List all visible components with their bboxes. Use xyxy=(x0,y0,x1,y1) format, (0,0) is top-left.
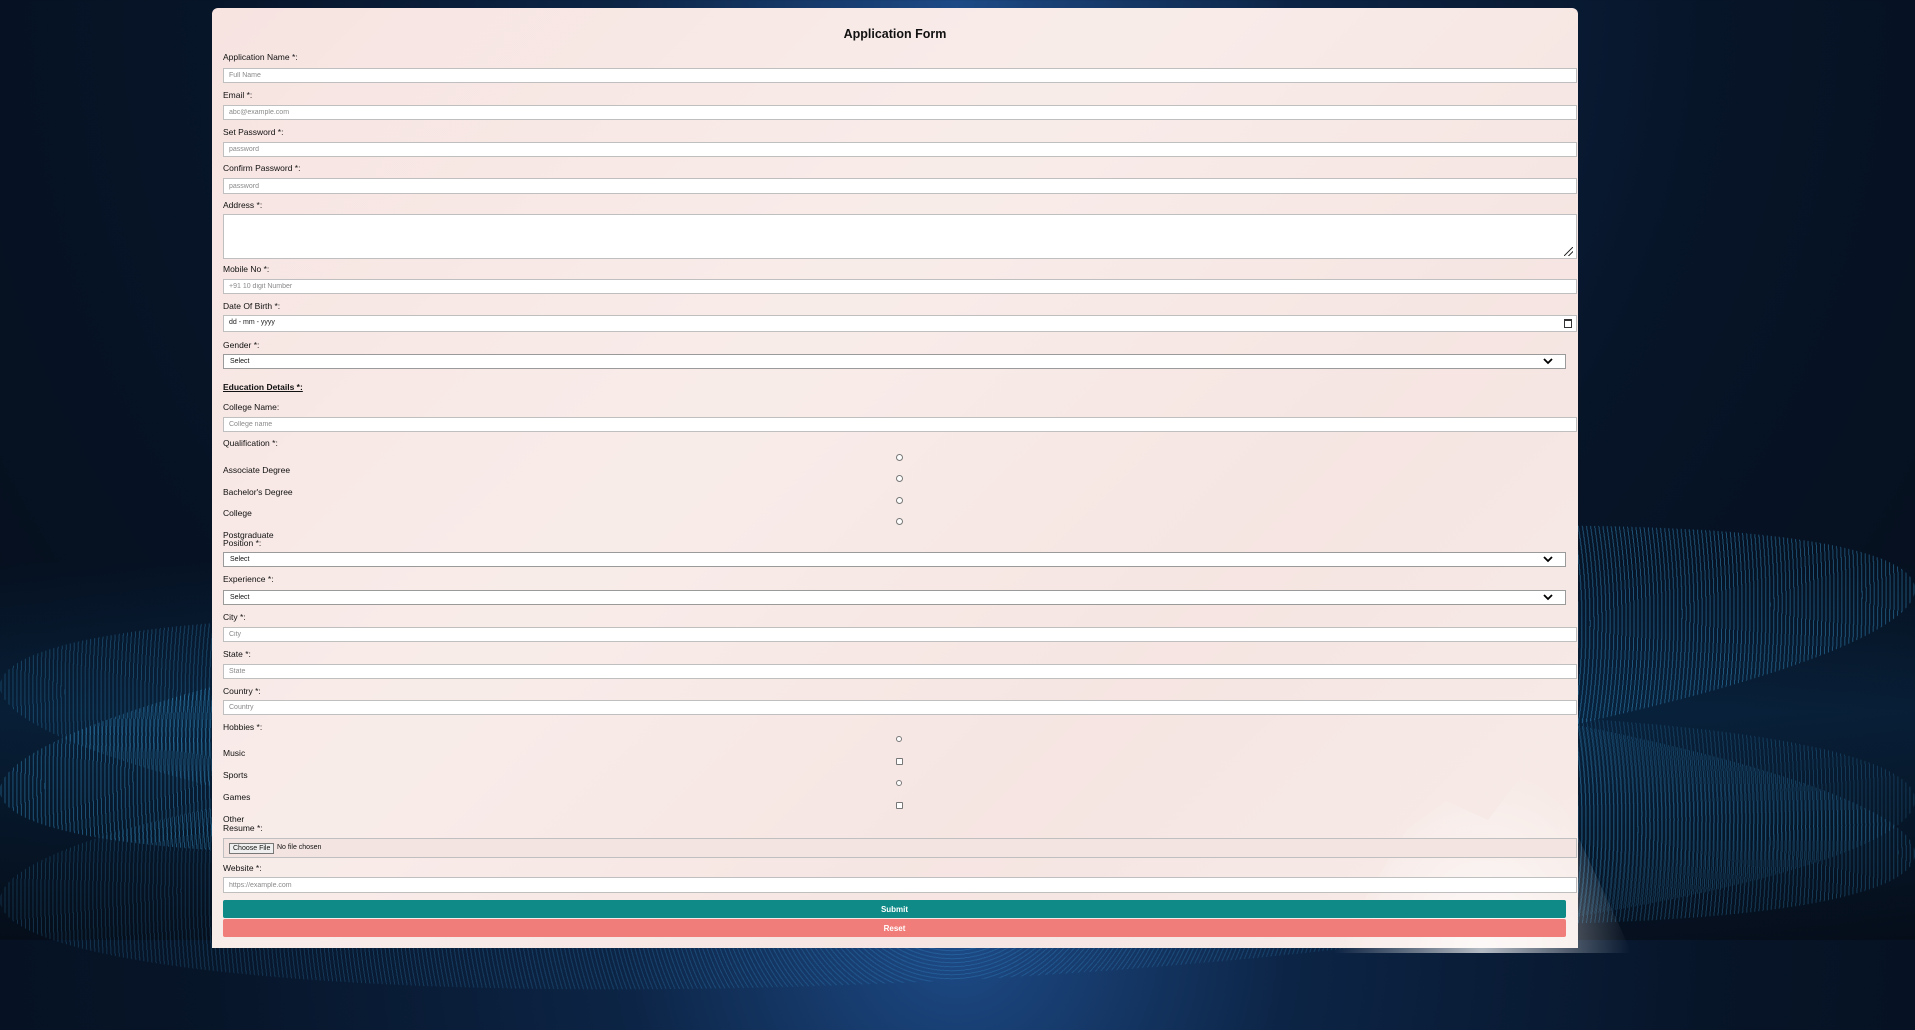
hobby-music-radio[interactable] xyxy=(896,736,902,742)
mobile-label: Mobile No *: xyxy=(223,264,270,274)
gender-select-value: Select xyxy=(230,358,250,365)
experience-select[interactable]: Select xyxy=(223,590,1566,605)
city-label: City *: xyxy=(223,612,246,622)
name-label: Application Name *: xyxy=(223,52,298,62)
address-textarea[interactable] xyxy=(223,214,1577,259)
website-input[interactable] xyxy=(223,877,1577,893)
qualification-option-label: College xyxy=(223,508,252,518)
submit-button[interactable]: Submit xyxy=(223,900,1566,918)
reset-button[interactable]: Reset xyxy=(223,919,1566,937)
state-input[interactable] xyxy=(223,664,1577,679)
qualification-radio-bachelors[interactable] xyxy=(896,475,903,482)
address-wrapper xyxy=(223,214,1577,259)
position-select-value: Select xyxy=(230,556,250,563)
gender-label: Gender *: xyxy=(223,340,260,350)
hobby-other-checkbox[interactable] xyxy=(896,802,903,809)
country-label: Country *: xyxy=(223,686,261,696)
calendar-icon[interactable] xyxy=(1564,319,1572,328)
form-title: Application Form xyxy=(843,27,947,41)
city-input[interactable] xyxy=(223,627,1577,642)
chevron-down-icon xyxy=(1543,556,1553,563)
choose-file-button[interactable]: Choose File xyxy=(229,843,275,854)
name-input[interactable] xyxy=(223,68,1577,83)
dob-label: Date Of Birth *: xyxy=(223,301,281,311)
state-label: State *: xyxy=(223,649,251,659)
resume-file-input[interactable]: Choose File No file chosen xyxy=(223,838,1577,858)
application-form-card: Application Form Application Name *: Ema… xyxy=(212,8,1632,953)
confirm-password-label: Confirm Password *: xyxy=(223,163,301,173)
qualification-option-label: Bachelor's Degree xyxy=(223,487,293,497)
file-status: No file chosen xyxy=(277,844,322,851)
hobby-option-label: Sports xyxy=(223,770,248,780)
hobby-sports-checkbox[interactable] xyxy=(896,758,903,765)
resize-handle-icon[interactable] xyxy=(1564,247,1573,256)
qualification-label: Qualification *: xyxy=(223,438,278,448)
confirm-password-input[interactable] xyxy=(223,178,1577,194)
hobbies-label: Hobbies *: xyxy=(223,722,263,732)
password-input[interactable] xyxy=(223,142,1577,157)
country-input[interactable] xyxy=(223,700,1577,715)
mobile-input[interactable] xyxy=(223,279,1577,294)
dob-input[interactable]: dd - mm - yyyy xyxy=(223,315,1577,332)
hobby-games-radio[interactable] xyxy=(896,780,902,786)
password-label: Set Password *: xyxy=(223,127,284,137)
qualification-option-label: Associate Degree xyxy=(223,465,291,475)
address-label: Address *: xyxy=(223,200,263,210)
gender-select[interactable]: Select xyxy=(223,354,1566,369)
hobby-option-label: Music xyxy=(223,748,246,758)
qualification-radio-college[interactable] xyxy=(896,497,903,504)
resume-label: Resume *: xyxy=(223,823,263,833)
chevron-down-icon xyxy=(1543,594,1553,601)
qualification-radio-associate[interactable] xyxy=(896,454,903,461)
email-input[interactable] xyxy=(223,105,1577,120)
website-label: Website *: xyxy=(223,863,262,873)
experience-label: Experience *: xyxy=(223,574,274,584)
hobby-option-label: Games xyxy=(223,792,251,802)
experience-select-value: Select xyxy=(230,594,250,601)
education-heading: Education Details *: xyxy=(223,382,303,392)
position-label: Position *: xyxy=(223,538,262,548)
qualification-radio-postgraduate[interactable] xyxy=(896,518,903,525)
college-input[interactable] xyxy=(223,417,1577,432)
dob-value: dd - mm - yyyy xyxy=(229,319,275,326)
email-label: Email *: xyxy=(223,90,253,100)
college-label: College Name: xyxy=(223,402,280,412)
chevron-down-icon xyxy=(1543,358,1553,365)
position-select[interactable]: Select xyxy=(223,552,1566,567)
